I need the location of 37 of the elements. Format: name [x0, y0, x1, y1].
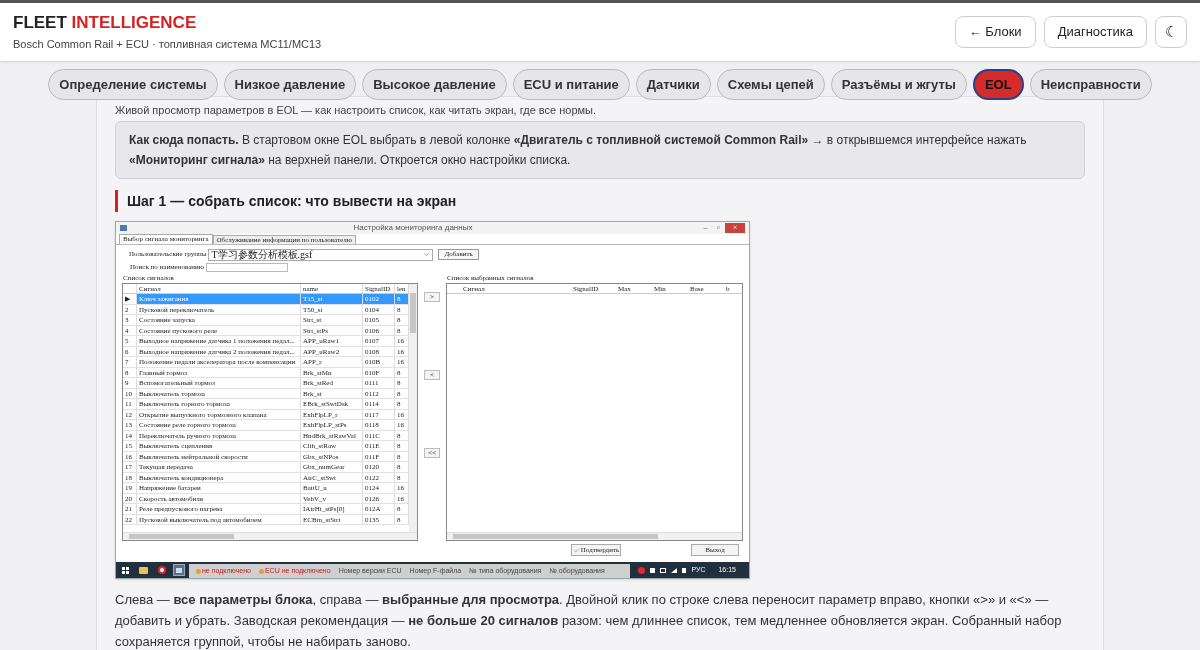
- window-control[interactable]: ▫: [712, 223, 725, 233]
- nav-tab[interactable]: ECU и питание: [512, 69, 630, 100]
- theme-toggle-button[interactable]: ☾: [1155, 16, 1187, 48]
- app-icon: [120, 225, 127, 231]
- browser-icon[interactable]: [158, 566, 166, 574]
- window-title: Настройка мониторинга данных: [352, 223, 474, 233]
- header-button[interactable]: Диагностика: [1043, 16, 1147, 48]
- group-dropdown[interactable]: T学习参数分析模板.gsf: [208, 248, 434, 261]
- search-field[interactable]: [206, 262, 288, 272]
- window-control[interactable]: –: [699, 223, 712, 233]
- window-control[interactable]: ×: [725, 223, 745, 233]
- windows-logo-icon[interactable]: [122, 566, 129, 574]
- nav-tab[interactable]: Неисправности: [1029, 69, 1152, 100]
- brand-title: FLEET INTELLIGENCE: [13, 11, 198, 33]
- nav-tab[interactable]: Датчики: [635, 69, 711, 100]
- nav-tab[interactable]: EOL: [972, 69, 1024, 100]
- body-paragraph: Слева — все параметры блока, справа — выбранные для просмотра. Двойной клик по строке слева переносит параметр вправо, кнопки «>» и «<» — добавить и убрать. Заводская рекомендация — не больше 20 сигналов разом: чем длиннее список, тем медленнее обновляется экран. Собранный набор сохраняется группой, чтобы не набирать заново.: [115, 591, 1063, 650]
- nav-tab[interactable]: Схемы цепей: [716, 69, 825, 100]
- intro-text: Живой просмотр параметров в EOL — как настроить список, как читать экран, где все нормы.: [115, 103, 598, 117]
- header-button[interactable]: ← Блоки: [954, 16, 1036, 48]
- nav-tab[interactable]: Высокое давление: [362, 69, 507, 100]
- horizontal-scrollbar[interactable]: [123, 532, 417, 540]
- network-icon[interactable]: [660, 567, 667, 573]
- vertical-scrollbar[interactable]: [409, 284, 417, 532]
- folder-icon[interactable]: [139, 566, 148, 574]
- app-icon[interactable]: [173, 564, 185, 576]
- chevron-icon: [423, 251, 431, 258]
- subtitle: Bosch Common Rail + ECU · топливная система MC11/MC13: [13, 36, 322, 52]
- dropdown-value: T学习参数分析模板.gsf: [211, 249, 313, 260]
- nav-tab[interactable]: Определение системы: [48, 69, 218, 100]
- step-heading: Шаг 1 — собрать список: что вывести на экран: [127, 191, 457, 211]
- nav-tab[interactable]: Низкое давление: [223, 69, 357, 100]
- signal-icon[interactable]: [671, 567, 678, 573]
- checkmark-icon: [572, 546, 580, 554]
- nav-tab[interactable]: Разъёмы и жгуты: [830, 69, 967, 100]
- horizontal-scrollbar[interactable]: [447, 532, 742, 540]
- callout-text: Как сюда попасть. В стартовом окне EOL выбрать в левой колонке «Двигатель с топливной системой Common Rail» → в открывшемся интерфейсе нажать «Мониторинг сигнала» на верхней панели. Откроется окно настройки списка.: [129, 133, 1027, 167]
